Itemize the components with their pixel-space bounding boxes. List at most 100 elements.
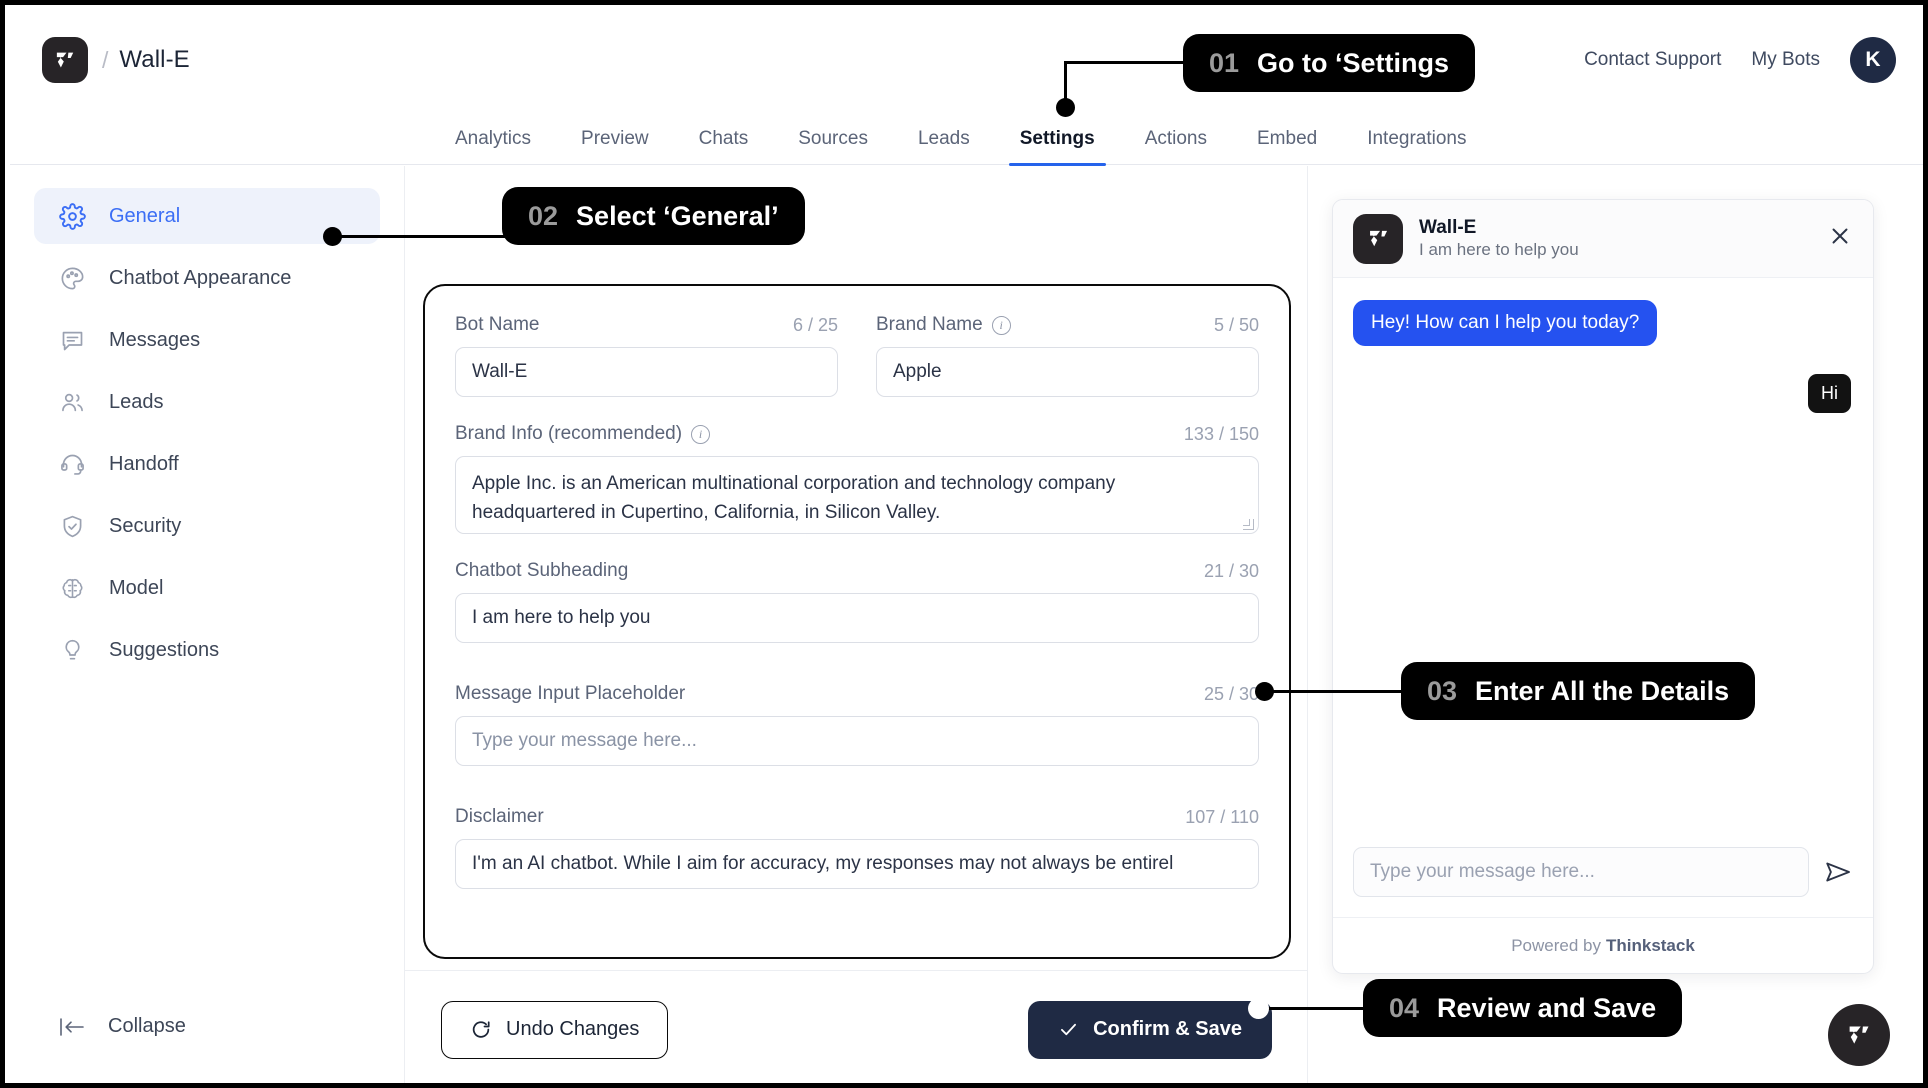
name-fields-row: Bot Name 6 / 25 Wall-E Brand Name i 5 / … [455, 314, 1259, 423]
sidebar-item-model[interactable]: Model [34, 560, 380, 616]
chat-bubble-user: Hi [1808, 374, 1851, 413]
close-icon[interactable] [1827, 223, 1853, 254]
info-icon[interactable]: i [991, 315, 1011, 335]
bot-name-group: Bot Name 6 / 25 Wall-E [455, 314, 838, 397]
bot-name-counter: 6 / 25 [792, 314, 838, 335]
sidebar-item-label: Messages [109, 328, 201, 351]
brand-name-counter: 5 / 50 [1213, 314, 1259, 335]
app-window: / Wall-E Contact Support My Bots K Analy… [0, 0, 1928, 1088]
callout-3-anchor-dot [1255, 682, 1274, 701]
chat-preview-panel: Wall-E I am here to help you Hey! How ca… [1308, 166, 1923, 1083]
brand-info-textarea[interactable]: Apple Inc. is an American multinational … [455, 456, 1259, 534]
callout-1-line-vertical [1064, 61, 1067, 103]
thinkstack-logo-icon [1849, 1026, 1869, 1044]
tab-chats[interactable]: Chats [674, 128, 774, 164]
bot-name-label: Bot Name [455, 314, 540, 335]
top-bar-actions: Contact Support My Bots K [1584, 37, 1896, 83]
bot-name-input[interactable]: Wall-E [455, 347, 838, 397]
resize-handle-icon[interactable] [1243, 519, 1254, 530]
refresh-icon [470, 1019, 492, 1041]
message-placeholder-input[interactable]: Type your message here... [455, 716, 1259, 766]
page-title: Wall-E [119, 46, 190, 73]
shield-check-icon [58, 512, 86, 540]
disclaimer-input[interactable]: I'm an AI chatbot. While I aim for accur… [455, 839, 1259, 889]
disclaimer-label-row: Disclaimer 107 / 110 [455, 806, 1259, 828]
chat-bot-subtitle: I am here to help you [1419, 240, 1579, 259]
message-placeholder-label-row: Message Input Placeholder 25 / 30 [455, 683, 1259, 705]
chat-message-input[interactable]: Type your message here... [1353, 847, 1809, 897]
tab-settings[interactable]: Settings [995, 128, 1120, 166]
disclaimer-group: Disclaimer 107 / 110 I'm an AI chatbot. … [455, 806, 1259, 889]
callout-4-number: 04 [1389, 992, 1420, 1023]
gear-icon [58, 202, 86, 230]
disclaimer-counter: 107 / 110 [1185, 806, 1259, 827]
message-placeholder-counter: 25 / 30 [1203, 683, 1259, 704]
chatbot-subheading-counter: 21 / 30 [1203, 560, 1259, 581]
chatbot-subheading-input[interactable]: I am here to help you [455, 593, 1259, 643]
callout-2-anchor-dot [323, 227, 342, 246]
tab-sources[interactable]: Sources [773, 128, 893, 164]
settings-sidebar: General Chatbot Appearance Messages Lead… [10, 166, 405, 1083]
brand-name-input[interactable]: Apple [876, 347, 1259, 397]
disclaimer-label: Disclaimer [455, 806, 544, 827]
callout-2-text: Select ‘General’ [576, 200, 779, 231]
tab-leads[interactable]: Leads [893, 128, 995, 164]
sidebar-item-chatbot-appearance[interactable]: Chatbot Appearance [34, 250, 380, 306]
sidebar-item-security[interactable]: Security [34, 498, 380, 554]
tab-integrations[interactable]: Integrations [1342, 128, 1491, 164]
callout-2-line-horizontal [332, 235, 512, 238]
bot-name-label-row: Bot Name 6 / 25 [455, 314, 838, 336]
chat-bubble-bot: Hey! How can I help you today? [1353, 300, 1658, 346]
sidebar-item-label: General [109, 204, 181, 227]
callout-3-line-horizontal [1264, 690, 1404, 693]
callout-2-number: 02 [528, 200, 559, 231]
chatbot-subheading-group: Chatbot Subheading 21 / 30 I am here to … [455, 560, 1259, 643]
breadcrumb-separator: / [102, 46, 109, 73]
tab-embed[interactable]: Embed [1232, 128, 1342, 164]
info-icon[interactable]: i [691, 424, 711, 444]
brand-info-value: Apple Inc. is an American multinational … [472, 473, 1116, 524]
send-icon[interactable] [1823, 857, 1853, 887]
sidebar-item-handoff[interactable]: Handoff [34, 436, 380, 492]
tab-actions[interactable]: Actions [1120, 128, 1232, 164]
check-icon [1058, 1019, 1079, 1040]
top-bar: / Wall-E Contact Support My Bots K [10, 10, 1923, 110]
callout-1-anchor-dot [1056, 98, 1075, 117]
brand-info-group: Brand Info (recommended) i 133 / 150 App… [455, 423, 1259, 534]
collapse-label: Collapse [108, 1015, 186, 1037]
thinkstack-logo-icon [42, 37, 88, 83]
powered-by-label: Powered by [1511, 935, 1601, 955]
tab-analytics[interactable]: Analytics [430, 128, 556, 164]
avatar[interactable]: K [1850, 37, 1896, 83]
sidebar-item-label: Leads [109, 390, 164, 413]
my-bots-link[interactable]: My Bots [1751, 49, 1820, 71]
sidebar-item-leads[interactable]: Leads [34, 374, 380, 430]
chat-widget: Wall-E I am here to help you Hey! How ca… [1332, 199, 1874, 974]
confirm-save-button[interactable]: Confirm & Save [1028, 1000, 1272, 1059]
chat-launcher-button[interactable] [1828, 1004, 1890, 1066]
brand-name-label-row: Brand Name i 5 / 50 [876, 314, 1259, 336]
chat-bot-name: Wall-E [1419, 217, 1477, 238]
confirm-save-label: Confirm & Save [1093, 1018, 1242, 1040]
powered-by-brand: Thinkstack [1605, 935, 1695, 955]
undo-changes-button[interactable]: Undo Changes [441, 1000, 669, 1059]
callout-4-anchor-dot [1248, 998, 1269, 1019]
chatbot-subheading-label-row: Chatbot Subheading 21 / 30 [455, 560, 1259, 582]
sidebar-item-label: Handoff [109, 452, 179, 475]
tab-preview[interactable]: Preview [556, 128, 674, 164]
collapse-sidebar-button[interactable]: Collapse [58, 1015, 186, 1038]
chat-input-row: Type your message here... [1333, 831, 1873, 917]
sidebar-item-messages[interactable]: Messages [34, 312, 380, 368]
message-input-placeholder-group: Message Input Placeholder 25 / 30 Type y… [455, 683, 1259, 766]
sidebar-item-suggestions[interactable]: Suggestions [34, 622, 380, 678]
callout-3: 03 Enter All the Details [1401, 662, 1756, 720]
callout-3-text: Enter All the Details [1475, 675, 1730, 706]
general-settings-form: Bot Name 6 / 25 Wall-E Brand Name i 5 / … [423, 284, 1291, 959]
brand-info-counter: 133 / 150 [1183, 423, 1259, 444]
brand-block[interactable]: / Wall-E [42, 37, 190, 83]
callout-4-text: Review and Save [1437, 992, 1657, 1023]
message-placeholder-label: Message Input Placeholder [455, 683, 686, 704]
contact-support-link[interactable]: Contact Support [1584, 49, 1721, 71]
chat-bubble-icon [58, 326, 86, 354]
